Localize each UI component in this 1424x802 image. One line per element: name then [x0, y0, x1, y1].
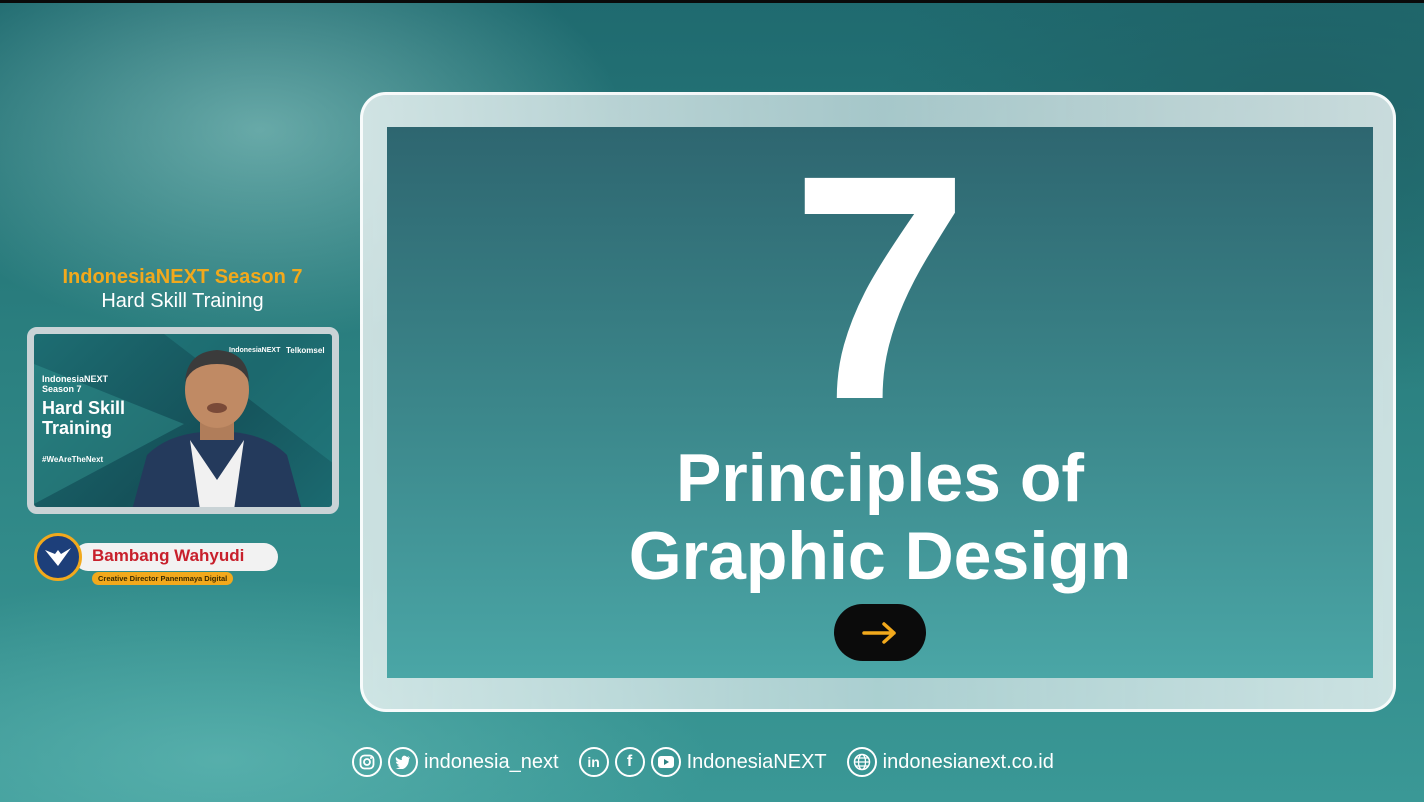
instagram-icon[interactable]: [352, 747, 382, 777]
youtube-icon[interactable]: [650, 747, 681, 777]
arrow-right-icon: [862, 621, 896, 644]
video-big-title: Hard Skill Training: [42, 398, 126, 438]
bird-logo-icon: [34, 533, 82, 581]
slide-title-line1: Principles of: [675, 440, 1085, 516]
linkedin-icon[interactable]: in: [578, 747, 609, 777]
speaker-role: Creative Director Panenmaya Digital: [92, 572, 234, 585]
slide-title: Principles of Graphic Design: [387, 439, 1373, 595]
event-title-line2: Hard Skill Training: [101, 290, 264, 312]
top-bar: [0, 0, 1424, 3]
slide-title-line2: Graphic Design: [628, 518, 1132, 594]
presentation-slide: 7 Principles of Graphic Design: [387, 127, 1373, 678]
speaker-name: Bambang Wahyudi: [92, 546, 245, 565]
video-small-title: IndonesiaNEXT Season 7: [42, 374, 109, 394]
speaker-name-card: Bambang Wahyudi Creative Director Panenm…: [34, 532, 284, 590]
handle-channel[interactable]: IndonesiaNEXT: [687, 751, 827, 774]
social-footer: indonesia_next in f IndonesiaNEXT indone…: [352, 744, 1074, 780]
facebook-icon[interactable]: f: [614, 747, 645, 777]
handle-social[interactable]: indonesia_next: [424, 751, 559, 774]
twitter-icon[interactable]: [388, 747, 418, 777]
speaker-video[interactable]: IndonesiaNEXT Season 7 Hard Skill Traini…: [27, 327, 339, 514]
slide-number: 7: [791, 108, 969, 466]
event-title: IndonesiaNEXT Season 7 Hard Skill Traini…: [30, 265, 335, 313]
website-link[interactable]: indonesianext.co.id: [883, 751, 1054, 774]
event-title-line1: IndonesiaNEXT Season 7: [62, 266, 303, 288]
globe-icon[interactable]: [846, 747, 877, 777]
next-button[interactable]: [834, 604, 926, 661]
video-hashtag: #WeAreTheNext: [42, 455, 104, 464]
speaker-figure: [132, 350, 302, 507]
